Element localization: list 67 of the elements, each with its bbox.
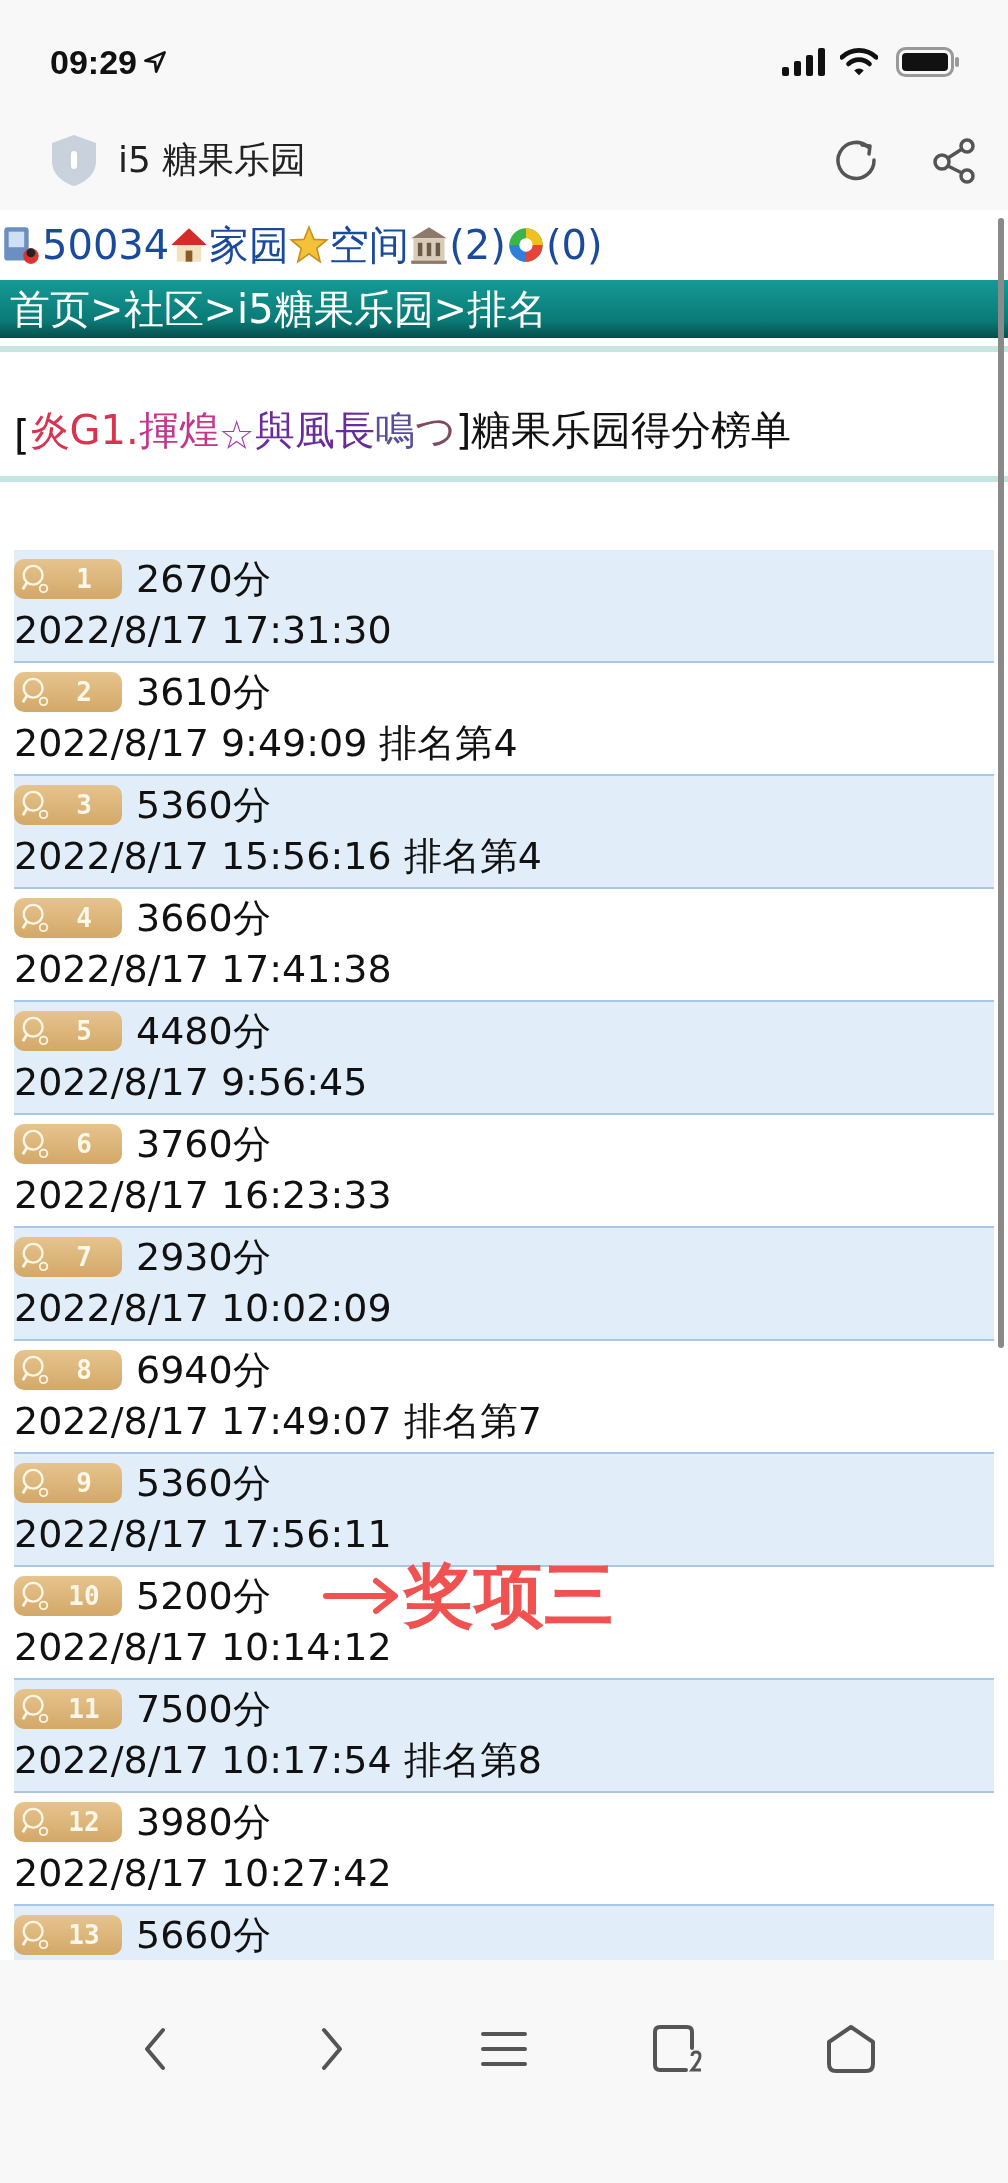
- rank-badge: 5: [14, 1011, 122, 1051]
- signal-icon: [782, 48, 826, 76]
- score-text: 6940分: [136, 1346, 271, 1394]
- user-name[interactable]: ☆: [218, 412, 255, 458]
- user-link[interactable]: (0): [545, 222, 603, 268]
- user-link[interactable]: 50034: [42, 222, 170, 268]
- time-text: 2022/8/17 9:49:09 排名第4: [14, 720, 519, 767]
- battery-icon: [896, 47, 960, 77]
- time-text: 2022/8/17 16:23:33: [14, 1172, 393, 1219]
- home-icon[interactable]: [825, 2024, 878, 2074]
- time-text: 2022/8/17 17:31:30: [14, 607, 393, 654]
- heading-text: ]糖果乐园得分榜单: [455, 406, 792, 455]
- score-text: 3660分: [136, 894, 271, 942]
- wifi-icon: [840, 47, 878, 77]
- user-name[interactable]: つ: [414, 403, 456, 458]
- rank-badge: 13: [14, 1915, 122, 1955]
- time-text: 2022/8/17 10:27:42: [14, 1850, 393, 1897]
- user-link[interactable]: (2): [449, 222, 506, 268]
- time-text: 2022/8/17 10:14:12: [14, 1624, 393, 1671]
- rank-badge: 12: [14, 1802, 122, 1842]
- time-text: 2022/8/17 10:02:09: [14, 1285, 393, 1332]
- rank-badge: 1: [14, 559, 122, 599]
- rank-badge: 3: [14, 785, 122, 825]
- user-name[interactable]: 鳴: [374, 403, 415, 458]
- scrollbar[interactable]: [998, 218, 1004, 1348]
- share-icon[interactable]: [930, 136, 978, 184]
- rank-badge: 9: [14, 1463, 122, 1503]
- building-icon: [409, 225, 450, 265]
- time-text: 2022/8/17 10:17:54 排名第8: [14, 1737, 543, 1784]
- rank-badge: 11: [14, 1689, 122, 1729]
- time-text: 2022/8/17 17:41:38: [14, 946, 393, 993]
- tabs-icon[interactable]: [651, 2024, 704, 2074]
- time-text: 2022/8/17 9:56:45: [14, 1059, 369, 1106]
- annotation-text: 奖项三: [404, 1553, 614, 1638]
- star-icon: [289, 225, 330, 265]
- shield-icon: [50, 133, 98, 187]
- breadcrumb[interactable]: 首页>社区>i5糖果乐园>排名: [0, 280, 1008, 338]
- score-text: 5660分: [136, 1911, 271, 1959]
- score-text: 2670分: [136, 555, 271, 603]
- rank-badge: 2: [14, 672, 122, 712]
- user-name[interactable]: 揮煌: [138, 403, 219, 458]
- user-name[interactable]: 炎G1.: [29, 403, 139, 458]
- score-text: 7500分: [136, 1685, 271, 1733]
- user-name[interactable]: 與風長: [254, 403, 375, 458]
- rank-badge: 4: [14, 898, 122, 938]
- score-text: 5360分: [136, 781, 271, 829]
- bracket-text: [: [14, 412, 30, 458]
- location-arrow-icon: [142, 50, 167, 74]
- score-text: 5200分: [136, 1572, 271, 1620]
- rank-badge: 8: [14, 1350, 122, 1390]
- score-text: 3760分: [136, 1120, 271, 1168]
- rank-badge: 7: [14, 1237, 122, 1277]
- status-time: 09:29: [50, 42, 137, 82]
- time-text: 2022/8/17 15:56:16 排名第4: [14, 833, 543, 880]
- phone-icon: [2, 225, 42, 265]
- page-title: i5 糖果乐园: [118, 137, 307, 182]
- score-text: 4480分: [136, 1007, 271, 1055]
- time-text: 2022/8/17 17:49:07 排名第7: [14, 1398, 543, 1445]
- score-text: 5360分: [136, 1459, 271, 1507]
- rank-badge: 10: [14, 1576, 122, 1616]
- rank-badge: 6: [14, 1124, 122, 1164]
- score-text: 3610分: [136, 668, 271, 716]
- time-text: 2022/8/17 17:56:11: [14, 1511, 393, 1558]
- user-link[interactable]: 空间: [329, 217, 410, 273]
- user-link[interactable]: 家园: [209, 217, 290, 273]
- score-text: 3980分: [136, 1798, 271, 1846]
- score-text: 2930分: [136, 1233, 271, 1281]
